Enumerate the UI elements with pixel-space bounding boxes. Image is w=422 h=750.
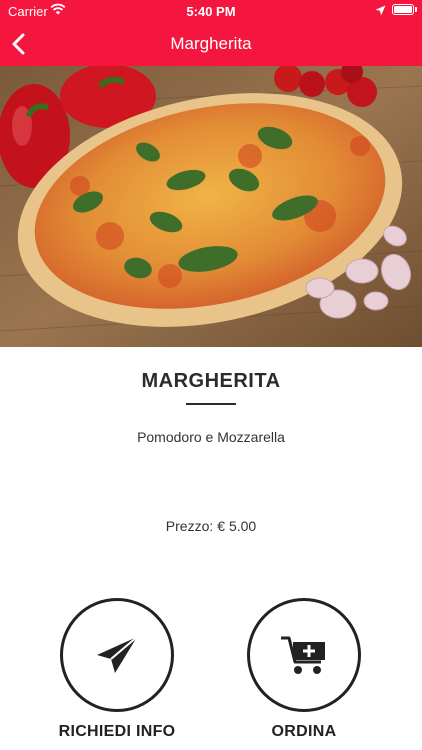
cart-add-icon bbox=[281, 636, 325, 674]
request-info-label: RICHIEDI INFO bbox=[58, 723, 176, 740]
price-value: € 5.00 bbox=[217, 518, 257, 534]
product-price: Prezzo: € 5.00 bbox=[0, 518, 422, 534]
top-bar: Carrier 5:40 PM Margherita bbox=[0, 0, 422, 66]
nav-title: Margherita bbox=[170, 34, 252, 53]
paper-plane-icon bbox=[97, 636, 138, 673]
order-button[interactable] bbox=[247, 598, 361, 712]
order-label: ORDINA bbox=[271, 723, 337, 740]
status-bar: Carrier 5:40 PM bbox=[0, 0, 422, 22]
product-description: Pomodoro e Mozzarella bbox=[137, 429, 285, 445]
product-title: MARGHERITA bbox=[141, 370, 281, 392]
price-label: Prezzo: bbox=[165, 518, 214, 534]
title-divider bbox=[186, 403, 236, 405]
product-image bbox=[0, 66, 422, 347]
status-time: 5:40 PM bbox=[186, 4, 236, 19]
location-arrow-icon bbox=[375, 4, 386, 19]
navigation-bar: Margherita bbox=[0, 22, 422, 66]
battery-icon bbox=[392, 4, 417, 15]
request-info-button[interactable] bbox=[60, 598, 174, 712]
